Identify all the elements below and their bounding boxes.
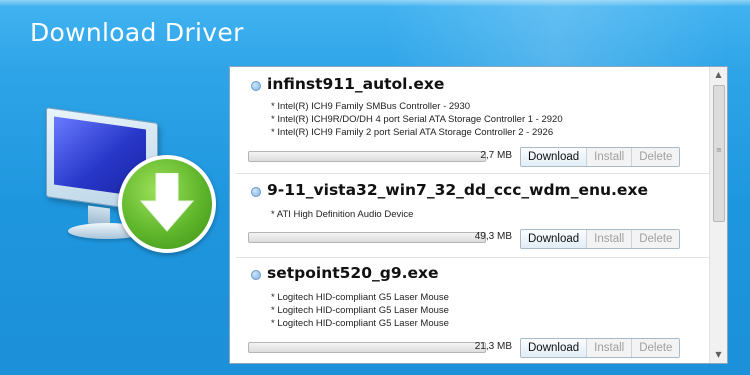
scroll-thumb[interactable]: ≡ [713,85,725,222]
download-button[interactable]: Download [521,339,588,357]
bullet-icon [251,187,261,197]
driver-filename: 9-11_vista32_win7_32_dd_ccc_wdm_enu.exe [267,181,648,199]
install-button[interactable]: Install [587,230,633,248]
download-driver-window: Download Driver infinst911_autol.exe * I… [0,0,750,375]
driver-filename: infinst911_autol.exe [267,75,445,93]
scroll-up-arrow-icon[interactable]: ▲ [710,67,727,83]
action-buttons: Download Install Delete [520,338,681,358]
file-size: 21,3 MB [474,341,512,352]
device-name: * Logitech HID-compliant G5 Laser Mouse [271,318,449,329]
scroll-down-arrow-icon[interactable]: ▼ [710,347,727,363]
download-arrow-icon [118,155,216,253]
driver-filename: setpoint520_g9.exe [267,264,439,282]
window-title: Download Driver [30,18,244,47]
device-name: * Intel(R) ICH9 Family 2 port Serial ATA… [271,127,554,138]
delete-button[interactable]: Delete [632,339,680,357]
driver-item: 9-11_vista32_win7_32_dd_ccc_wdm_enu.exe … [230,174,708,257]
install-button[interactable]: Install [587,339,633,357]
download-progress-bar [248,232,486,243]
device-name: * Intel(R) ICH9R/DO/DH 4 port Serial ATA… [271,114,563,125]
delete-button[interactable]: Delete [632,230,680,248]
download-progress-bar [248,151,486,162]
driver-list-panel[interactable]: infinst911_autol.exe * Intel(R) ICH9 Fam… [229,66,728,364]
file-size: 2,7 MB [480,150,512,161]
install-button[interactable]: Install [587,148,633,166]
vertical-scrollbar[interactable]: ▲ ≡ ▼ [709,67,727,363]
download-progress-bar [248,342,486,353]
download-arrow-glyph [139,173,195,232]
action-buttons: Download Install Delete [520,229,681,249]
bullet-icon [251,270,261,280]
driver-item: setpoint520_g9.exe * Logitech HID-compli… [230,258,708,363]
delete-button[interactable]: Delete [632,148,680,166]
download-button[interactable]: Download [521,230,588,248]
download-button[interactable]: Download [521,148,588,166]
device-name: * ATI High Definition Audio Device [271,209,414,220]
driver-illustration [40,107,220,255]
device-name: * Logitech HID-compliant G5 Laser Mouse [271,292,449,303]
file-size: 49,3 MB [474,231,512,242]
grip-icon: ≡ [716,146,722,154]
driver-item: infinst911_autol.exe * Intel(R) ICH9 Fam… [230,67,708,175]
bullet-icon [251,81,261,91]
device-name: * Intel(R) ICH9 Family SMBus Controller … [271,101,471,112]
action-buttons: Download Install Delete [520,147,681,167]
device-name: * Logitech HID-compliant G5 Laser Mouse [271,305,449,316]
